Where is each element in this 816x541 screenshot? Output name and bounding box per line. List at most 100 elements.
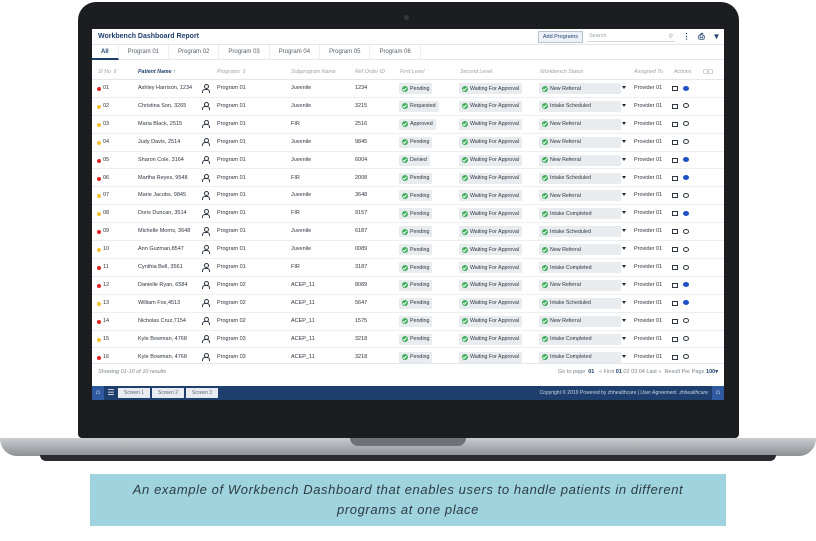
- patient-profile-icon[interactable]: [202, 84, 210, 93]
- patient-name[interactable]: Christina Son, 3265: [138, 103, 186, 109]
- table-row[interactable]: 13 William Fox,4513 Program 02 ACEP_11 5647 P…: [92, 295, 724, 313]
- table-row[interactable]: 15 Kyle Bowman, 4768 Program 03 ACEP_11 3218…: [92, 331, 724, 349]
- col-second-level[interactable]: Second Level: [460, 69, 492, 75]
- add-programs-button[interactable]: Add Programs: [537, 30, 583, 43]
- mail-icon[interactable]: [672, 157, 678, 163]
- workbench-status-select[interactable]: Intake Completed: [539, 262, 621, 273]
- home-icon-right[interactable]: ⌂: [712, 386, 724, 400]
- workbench-status-select[interactable]: Intake Completed: [539, 208, 621, 220]
- tab-program-01[interactable]: Program 01: [119, 45, 170, 60]
- table-row[interactable]: 02 Christina Son, 3265 Program 01 Juvenile 3…: [92, 98, 724, 116]
- table-row[interactable]: 08 Doris Duncan, 3514 Program 01 FIR 9157 Pen…: [92, 205, 724, 224]
- patient-name[interactable]: William Fox,4513: [138, 300, 180, 306]
- goto-input[interactable]: 01: [588, 369, 594, 375]
- mail-icon[interactable]: [672, 193, 678, 199]
- chevron-down-icon[interactable]: [622, 300, 626, 304]
- mail-icon[interactable]: [672, 265, 678, 270]
- workbench-status-select[interactable]: New Referral: [539, 190, 621, 202]
- patient-name[interactable]: Ashley Harrison, 1234: [138, 85, 192, 91]
- column-settings-icon[interactable]: ▢▢: [703, 69, 713, 75]
- patient-name[interactable]: Maria Black, 2515: [138, 121, 182, 127]
- tab-program-06[interactable]: Program 06: [370, 45, 421, 60]
- chat-icon[interactable]: [683, 85, 689, 91]
- table-row[interactable]: 06 Martha Reyes, 9548 Program 01 FIR 2008 Pen…: [92, 170, 724, 188]
- mail-icon[interactable]: [672, 318, 678, 324]
- per-page-select[interactable]: 100▾: [706, 369, 718, 375]
- more-options-icon[interactable]: ⋮: [679, 32, 694, 41]
- menu-icon[interactable]: ☰: [104, 386, 118, 400]
- table-row[interactable]: 14 Nicholas Cruz,7154 Program 02 ACEP_11 157…: [92, 313, 724, 331]
- chat-icon[interactable]: [683, 318, 689, 324]
- workbench-status-select[interactable]: New Referral: [539, 118, 621, 130]
- patient-profile-icon[interactable]: [202, 280, 210, 290]
- patient-profile-icon[interactable]: [202, 191, 210, 200]
- chevron-down-icon[interactable]: [622, 103, 626, 107]
- table-row[interactable]: 16 Kyle Bowman, 4768 Program 03 ACEP_11 3218…: [92, 349, 724, 364]
- col-programs[interactable]: Programs ⇕: [217, 69, 246, 75]
- patient-name[interactable]: Marie Jacobs, 9845: [138, 192, 186, 198]
- tab-all[interactable]: All: [92, 45, 119, 60]
- chat-icon[interactable]: [683, 103, 689, 109]
- chat-icon[interactable]: [683, 282, 689, 288]
- col-ref-order[interactable]: Ref Order ID: [355, 69, 385, 75]
- table-row[interactable]: 03 Maria Black, 2515 Program 01 FIR 2516 Appr…: [92, 116, 724, 134]
- patient-name[interactable]: Kyle Bowman, 4768: [138, 354, 187, 360]
- table-row[interactable]: 11 Cynthia Bell, 3561 Program 01 FIR 3187 Pen…: [92, 259, 724, 277]
- chat-icon[interactable]: [683, 210, 689, 216]
- chat-icon[interactable]: [683, 157, 689, 163]
- workbench-status-select[interactable]: New Referral: [539, 315, 621, 327]
- mail-icon[interactable]: [672, 121, 678, 127]
- workbench-status-select[interactable]: Intake Scheduled: [539, 100, 621, 112]
- page-link-04[interactable]: 04: [639, 369, 645, 375]
- chat-icon[interactable]: [683, 192, 689, 198]
- mail-icon[interactable]: [672, 86, 678, 91]
- mail-icon[interactable]: [672, 229, 678, 235]
- chevron-down-icon[interactable]: [622, 193, 626, 197]
- page-link-03[interactable]: 03: [631, 369, 637, 375]
- workbench-status-select[interactable]: Intake Scheduled: [539, 297, 621, 309]
- chat-icon[interactable]: [683, 121, 689, 127]
- chevron-down-icon[interactable]: [622, 86, 626, 89]
- chat-icon[interactable]: [683, 354, 689, 359]
- chevron-down-icon[interactable]: [622, 318, 626, 322]
- workbench-status-select[interactable]: New Referral: [539, 279, 621, 291]
- patient-profile-icon[interactable]: [202, 101, 210, 111]
- tab-program-04[interactable]: Program 04: [270, 45, 321, 60]
- tab-program-02[interactable]: Program 02: [169, 45, 220, 60]
- col-subprogram[interactable]: Subprogram Name: [291, 69, 336, 75]
- chat-icon[interactable]: [683, 139, 689, 145]
- mail-icon[interactable]: [672, 139, 678, 145]
- col-workbench-status[interactable]: Workbench Status: [540, 69, 583, 75]
- search-icon[interactable]: ⚲: [669, 33, 673, 40]
- chat-icon[interactable]: [683, 246, 689, 252]
- mail-icon[interactable]: [672, 336, 678, 342]
- patient-profile-icon[interactable]: [202, 298, 210, 308]
- patient-name[interactable]: Cynthia Bell, 3561: [138, 264, 183, 270]
- mail-icon[interactable]: [672, 103, 678, 109]
- filter-icon[interactable]: ▼: [709, 32, 724, 41]
- patient-name[interactable]: Danielle Ryan, 6584: [138, 282, 188, 288]
- chat-icon[interactable]: [683, 228, 689, 234]
- page-link-02[interactable]: 02: [623, 369, 629, 375]
- table-row[interactable]: 10 Ann Guzman,8547 Program 01 Juvenile 0089 P…: [92, 241, 724, 259]
- mail-icon[interactable]: [672, 247, 678, 253]
- chat-icon[interactable]: [683, 336, 689, 342]
- page-link-01[interactable]: 01: [616, 369, 622, 375]
- table-row[interactable]: 01 Ashley Harrison, 1234 Program 01 Juvenil…: [92, 80, 724, 98]
- mail-icon[interactable]: [672, 211, 678, 217]
- patient-profile-icon[interactable]: [202, 334, 210, 344]
- col-first-level[interactable]: First Level: [400, 69, 424, 75]
- screen-tab-3[interactable]: Screen 3: [186, 388, 219, 398]
- mail-icon[interactable]: [672, 354, 678, 360]
- patient-profile-icon[interactable]: [202, 227, 210, 236]
- workbench-status-select[interactable]: New Referral: [539, 83, 621, 94]
- patient-profile-icon[interactable]: [202, 173, 210, 182]
- chevron-down-icon[interactable]: [622, 157, 626, 161]
- workbench-status-select[interactable]: New Referral: [539, 136, 621, 148]
- patient-profile-icon[interactable]: [202, 316, 210, 326]
- tab-program-03[interactable]: Program 03: [219, 45, 270, 60]
- screen-tab-1[interactable]: Screen 1: [118, 388, 151, 398]
- patient-profile-icon[interactable]: [202, 352, 210, 361]
- patient-profile-icon[interactable]: [202, 245, 210, 254]
- last-page-link[interactable]: Last: [646, 369, 656, 375]
